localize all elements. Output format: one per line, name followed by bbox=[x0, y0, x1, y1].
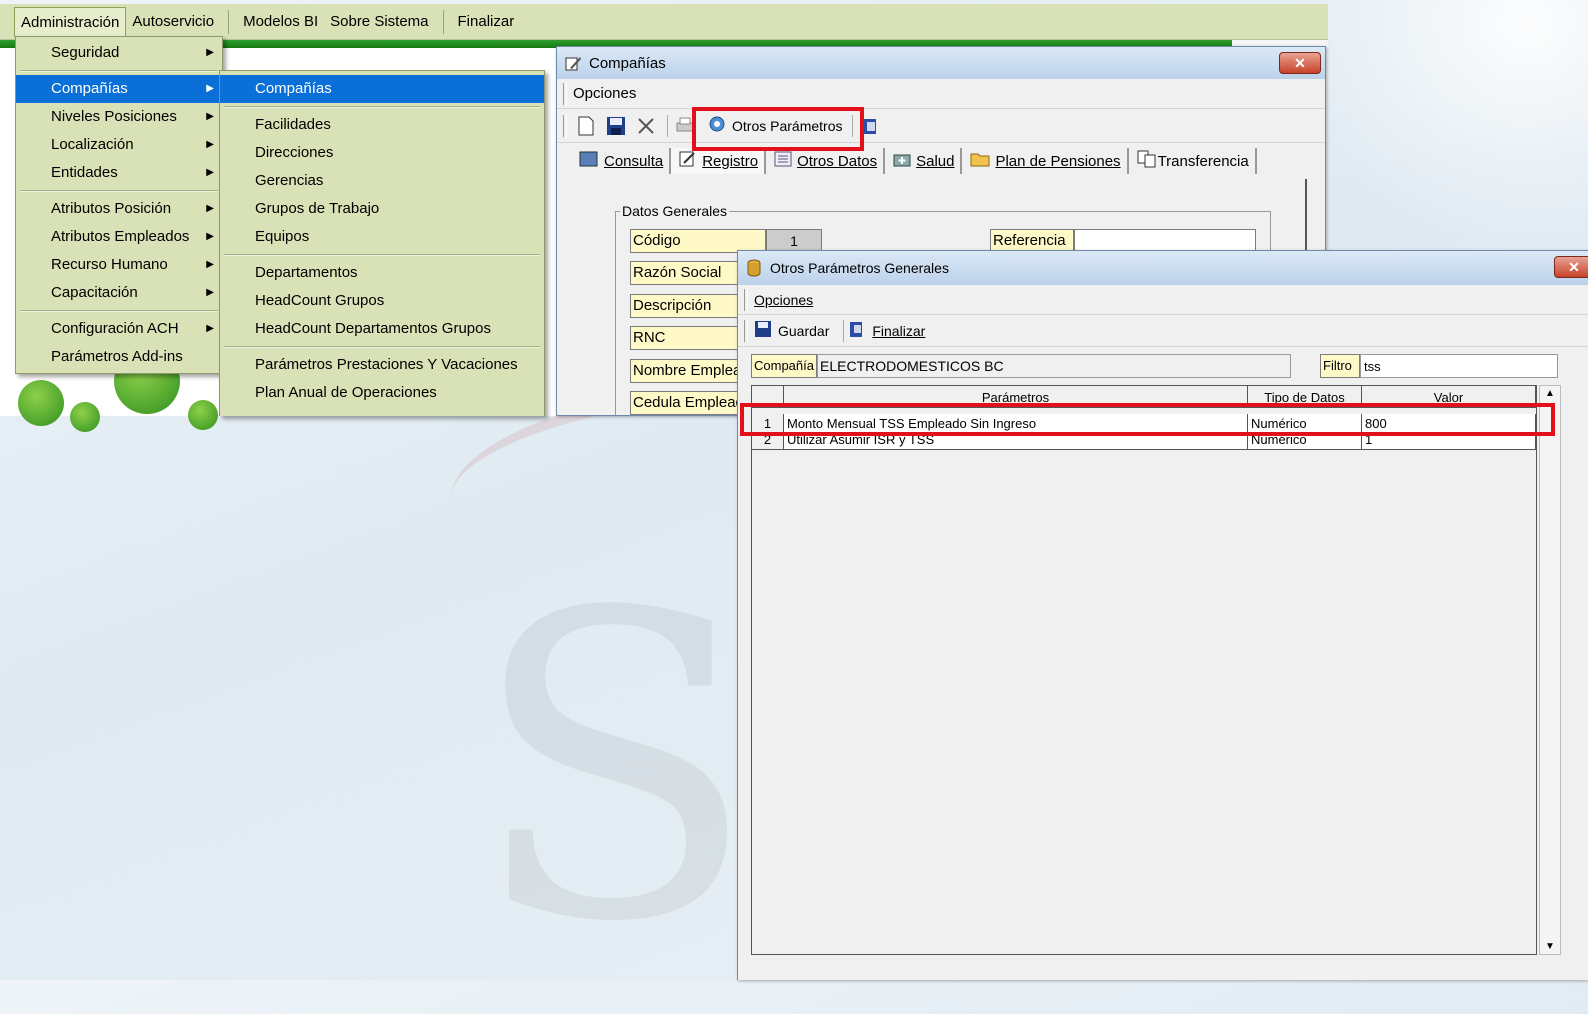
grid-cell-tipo[interactable]: Numérico bbox=[1248, 434, 1362, 450]
window-title: Compañías bbox=[589, 54, 666, 72]
menu-item-atributos-empleados[interactable]: Atributos Empleados ▶ bbox=[16, 223, 222, 251]
decor-circle bbox=[70, 402, 100, 432]
grid-cell-valor[interactable]: 1 bbox=[1362, 434, 1536, 450]
scroll-up-icon[interactable]: ▲ bbox=[1540, 388, 1560, 399]
menu-sobre-sistema[interactable]: Sobre Sistema bbox=[324, 7, 434, 37]
decor-circle bbox=[188, 400, 218, 430]
options-menu[interactable]: Opciones bbox=[754, 292, 813, 308]
menu-administracion[interactable]: Administración bbox=[14, 6, 127, 37]
options-bar: Opciones bbox=[557, 79, 1325, 109]
database-icon bbox=[744, 258, 764, 278]
new-document-icon[interactable] bbox=[573, 113, 599, 139]
menu-item-capacitacion[interactable]: Capacitación ▶ bbox=[16, 279, 222, 307]
submenu-item-headcount-departamentos-grupos[interactable]: HeadCount Departamentos Grupos bbox=[220, 315, 544, 343]
grip-handle[interactable] bbox=[744, 319, 748, 342]
exit-icon bbox=[848, 320, 866, 341]
companias-titlebar: Compañías ✕ bbox=[557, 47, 1325, 79]
menu-bar: Administración Autoservicio Modelos BI S… bbox=[0, 4, 1328, 40]
menu-item-entidades[interactable]: Entidades ▶ bbox=[16, 159, 222, 187]
tab-otros-datos[interactable]: Otros Datos bbox=[766, 148, 886, 174]
folder-icon bbox=[970, 150, 990, 172]
background-sheen bbox=[1288, 0, 1588, 250]
parametros-grid: Parámetros Tipo de Datos Valor 1 Monto M… bbox=[751, 385, 1537, 955]
menu-item-parametros-addins[interactable]: Parámetros Add-ins bbox=[16, 343, 222, 371]
close-button[interactable]: ✕ bbox=[1279, 52, 1321, 74]
edit-icon bbox=[563, 53, 583, 73]
razon-social-label: Razón Social bbox=[630, 261, 750, 285]
grid-row-number[interactable]: 2 bbox=[752, 434, 784, 450]
submenu-item-companias[interactable]: Compañías bbox=[220, 75, 544, 103]
menu-finalizar[interactable]: Finalizar bbox=[452, 7, 521, 37]
grid-scrollbar[interactable]: ▲ ▼ bbox=[1539, 385, 1561, 955]
submenu-item-gerencias[interactable]: Gerencias bbox=[220, 167, 544, 195]
finalizar-button[interactable]: Finalizar bbox=[848, 320, 925, 341]
cedula-empleador-label: Cedula Empleador bbox=[630, 391, 750, 415]
list-icon bbox=[774, 150, 792, 172]
menu-item-niveles-posiciones[interactable]: Niveles Posiciones ▶ bbox=[16, 103, 222, 131]
filtro-label: Filtro bbox=[1320, 354, 1360, 378]
menu-item-configuracion-ach[interactable]: Configuración ACH ▶ bbox=[16, 315, 222, 343]
menu-autoservicio[interactable]: Autoservicio bbox=[126, 7, 220, 37]
menu-modelos-bi[interactable]: Modelos BI bbox=[237, 7, 324, 37]
highlight-row-1 bbox=[740, 403, 1555, 436]
submenu-item-grupos-trabajo[interactable]: Grupos de Trabajo bbox=[220, 195, 544, 223]
scroll-down-icon[interactable]: ▼ bbox=[1540, 941, 1560, 952]
highlight-otros-parametros bbox=[692, 107, 864, 151]
administracion-menu: Seguridad ▶ Compañías ▶ Niveles Posiciones… bbox=[15, 36, 223, 374]
close-button[interactable]: ✕ bbox=[1554, 256, 1588, 278]
grip-handle[interactable] bbox=[563, 114, 567, 137]
tab-consulta[interactable]: Consulta bbox=[571, 148, 672, 174]
submenu-item-departamentos[interactable]: Departamentos bbox=[220, 259, 544, 287]
grip-handle[interactable] bbox=[563, 82, 567, 105]
options-menu[interactable]: Opciones bbox=[573, 85, 636, 102]
descripcion-label: Descripción bbox=[630, 294, 750, 318]
decor-circle bbox=[18, 380, 64, 426]
companias-submenu: Compañías Facilidades Direcciones Gerenc… bbox=[219, 70, 545, 416]
grip-handle[interactable] bbox=[744, 288, 748, 311]
submenu-item-direcciones[interactable]: Direcciones bbox=[220, 139, 544, 167]
submenu-item-headcount-grupos[interactable]: HeadCount Grupos bbox=[220, 287, 544, 315]
menu-item-recurso-humano[interactable]: Recurso Humano ▶ bbox=[16, 251, 222, 279]
window-title: Otros Parámetros Generales bbox=[770, 260, 949, 276]
search-icon bbox=[579, 150, 599, 172]
menu-item-localizacion[interactable]: Localización ▶ bbox=[16, 131, 222, 159]
menu-item-companias[interactable]: Compañías ▶ bbox=[16, 75, 222, 103]
submenu-item-plan-anual[interactable]: Plan Anual de Operaciones bbox=[220, 379, 544, 407]
health-icon bbox=[893, 150, 911, 172]
save-icon[interactable] bbox=[603, 113, 629, 139]
nombre-empleador-label: Nombre Empleador bbox=[630, 359, 750, 383]
save-icon bbox=[754, 320, 772, 341]
group-title: Datos Generales bbox=[622, 203, 728, 219]
filtro-input[interactable]: tss bbox=[1360, 354, 1558, 378]
menu-item-atributos-posicion[interactable]: Atributos Posición ▶ bbox=[16, 195, 222, 223]
submenu-item-facilidades[interactable]: Facilidades bbox=[220, 111, 544, 139]
edit-note-icon bbox=[679, 150, 697, 172]
menu-separator bbox=[442, 9, 444, 34]
otros-titlebar: Otros Parámetros Generales ✕ bbox=[738, 251, 1588, 285]
options-bar: Opciones bbox=[738, 285, 1588, 315]
companias-toolbar: Otros Parámetros bbox=[557, 109, 1325, 143]
compania-label: Compañía bbox=[751, 354, 817, 378]
tab-registro[interactable]: Registro bbox=[671, 148, 767, 174]
submenu-item-parametros-prestaciones[interactable]: Parámetros Prestaciones Y Vacaciones bbox=[220, 351, 544, 379]
delete-icon[interactable] bbox=[633, 113, 659, 139]
menu-item-seguridad[interactable]: Seguridad ▶ bbox=[16, 39, 222, 67]
companias-tabs: Consulta Registro Otros Datos Salud Plan… bbox=[557, 143, 1325, 179]
tab-salud[interactable]: Salud bbox=[885, 148, 963, 174]
tab-plan-pensiones[interactable]: Plan de Pensiones bbox=[962, 148, 1129, 174]
grid-cell-parametro[interactable]: Utilizar Asumir ISR y TSS bbox=[784, 434, 1248, 450]
guardar-button[interactable]: Guardar bbox=[754, 320, 829, 341]
transfer-icon bbox=[1137, 150, 1157, 172]
otros-parametros-window: Otros Parámetros Generales ✕ Opciones Gu… bbox=[737, 250, 1588, 980]
tab-transferencia[interactable]: Transferencia bbox=[1129, 148, 1257, 174]
rnc-label: RNC bbox=[630, 326, 750, 350]
background-logo-watermark: S bbox=[470, 525, 758, 1014]
submenu-item-equipos[interactable]: Equipos bbox=[220, 223, 544, 251]
compania-field[interactable]: ELECTRODOMESTICOS BC bbox=[817, 354, 1291, 378]
otros-toolbar: Guardar Finalizar bbox=[738, 315, 1588, 347]
menu-separator bbox=[228, 9, 230, 34]
